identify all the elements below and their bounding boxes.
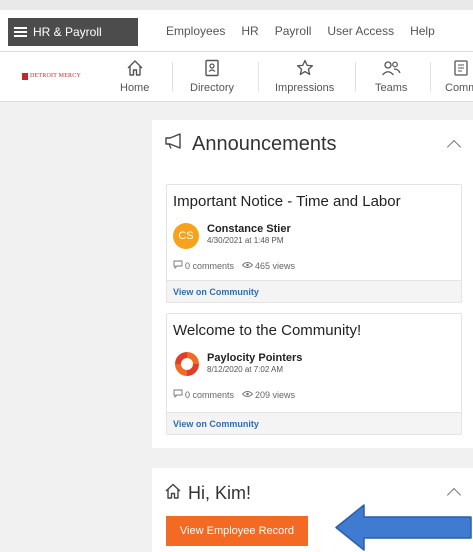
browser-top-strip	[0, 0, 473, 10]
divider	[172, 62, 173, 92]
logo-mark-icon	[22, 72, 28, 80]
view-count: 465 views	[255, 260, 296, 271]
comment-count: 0 comments	[185, 389, 235, 400]
nav-employees[interactable]: Employees	[166, 24, 225, 38]
iconbar-item-teams[interactable]: Teams	[375, 56, 407, 100]
iconbar-item-directory[interactable]: Directory	[190, 56, 234, 100]
eye-icon	[241, 390, 254, 400]
author-name: Paylocity Pointers	[207, 352, 303, 364]
nav-hr[interactable]: HR	[241, 24, 258, 38]
collapse-greeting-chevron-up-icon[interactable]	[446, 487, 462, 503]
company-logo: DETROIT MERCY	[22, 70, 86, 82]
card-footer: View on Community	[167, 412, 461, 434]
top-nav: Employees HR Payroll User Access Help	[166, 24, 435, 38]
app-menu-button[interactable]: HR & Payroll	[8, 18, 138, 46]
greeting-title: Hi, Kim!	[188, 483, 251, 503]
announcement-title[interactable]: Important Notice - Time and Labor	[173, 193, 401, 210]
iconbar-item-label: Home	[120, 82, 150, 94]
home-icon	[125, 56, 145, 80]
comment-icon	[173, 389, 183, 400]
iconbar-item-label: Directory	[190, 82, 235, 94]
divider	[355, 62, 356, 92]
nav-user-access[interactable]: User Access	[327, 24, 394, 38]
divider	[430, 62, 431, 92]
nav-payroll[interactable]: Payroll	[275, 24, 312, 38]
community-icon	[451, 56, 471, 80]
left-rail	[0, 102, 150, 552]
view-on-community-link[interactable]: View on Community	[173, 419, 259, 429]
post-date: 8/12/2020 at 7:02 AM	[207, 365, 284, 374]
paylocity-logo-icon	[173, 350, 201, 378]
megaphone-icon	[164, 132, 186, 156]
greeting-header: Hi, Kim!	[164, 482, 251, 505]
home-icon	[164, 482, 182, 505]
comment-icon	[173, 260, 183, 271]
iconbar-item-community[interactable]: Comm	[445, 56, 473, 100]
announcement-card[interactable]: Important Notice - Time and Labor CS Con…	[166, 184, 462, 303]
iconbar-item-label: Teams	[375, 82, 408, 94]
divider	[258, 62, 259, 92]
announcements-panel: Announcements Important Notice - Time an…	[152, 120, 473, 448]
star-icon	[295, 56, 315, 80]
app-menu-label: HR & Payroll	[33, 25, 102, 39]
card-footer: View on Community	[167, 280, 461, 302]
avatar-initials: CS	[178, 230, 194, 242]
announcements-title: Announcements	[192, 132, 337, 155]
iconbar-item-label: Impressions	[275, 82, 335, 94]
view-employee-record-button[interactable]: View Employee Record	[166, 516, 308, 546]
iconbar-item-home[interactable]: Home	[120, 56, 149, 100]
logo-text: DETROIT MERCY	[30, 73, 81, 79]
post-stats: 0 comments 209 views	[173, 389, 295, 400]
post-stats: 0 comments 465 views	[173, 260, 295, 271]
module-icon-bar: DETROIT MERCY Home Directory Impressions…	[0, 52, 473, 102]
directory-icon	[202, 56, 222, 80]
view-count: 209 views	[255, 389, 296, 400]
top-bar: HR & Payroll Employees HR Payroll User A…	[0, 10, 473, 52]
avatar: CS	[173, 223, 199, 249]
view-on-community-link[interactable]: View on Community	[173, 287, 259, 297]
iconbar-item-impressions[interactable]: Impressions	[275, 56, 334, 100]
comment-count: 0 comments	[185, 260, 235, 271]
announcements-header: Announcements	[164, 132, 337, 156]
announcement-card[interactable]: Welcome to the Community! Paylocity Poin…	[166, 313, 462, 435]
annotation-arrow-icon	[335, 504, 472, 551]
nav-help[interactable]: Help	[410, 24, 435, 38]
hamburger-icon	[14, 27, 27, 37]
teams-icon	[380, 56, 402, 80]
announcement-title[interactable]: Welcome to the Community!	[173, 322, 361, 339]
author-name: Constance Stier	[207, 223, 291, 235]
collapse-announcements-chevron-up-icon[interactable]	[446, 139, 462, 155]
post-date: 4/30/2021 at 1:48 PM	[207, 236, 284, 245]
eye-icon	[241, 261, 254, 271]
iconbar-item-label: Comm	[445, 82, 473, 94]
